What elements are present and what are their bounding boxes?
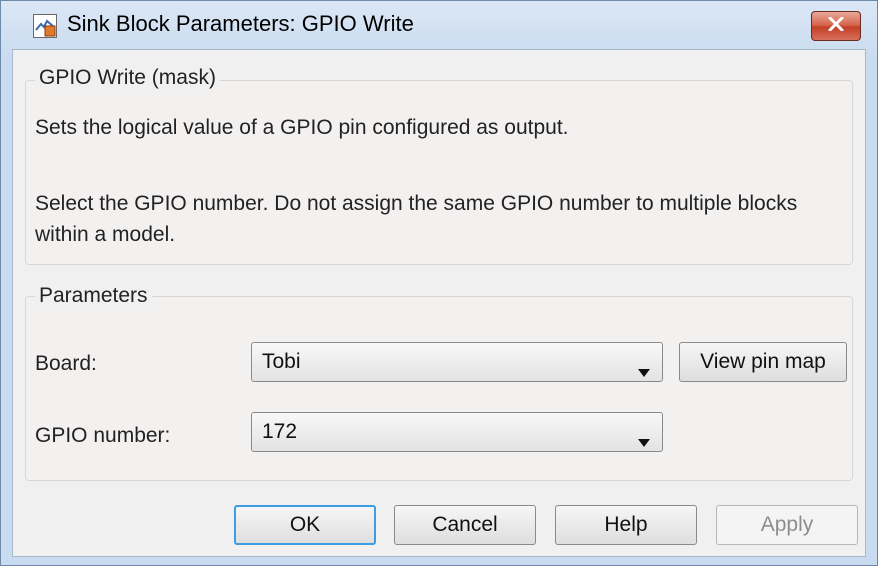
gpio-number-select-value: 172: [262, 420, 298, 443]
window-title: Sink Block Parameters: GPIO Write: [67, 11, 414, 36]
dialog-content: GPIO Write (mask) Sets the logical value…: [12, 49, 866, 557]
gpio-number-select[interactable]: 172: [251, 412, 663, 452]
chevron-down-icon: [638, 429, 650, 453]
mask-group-legend: GPIO Write (mask): [35, 66, 220, 90]
close-icon: [828, 16, 844, 36]
simulink-block-icon: [33, 14, 57, 38]
title-bar: Sink Block Parameters: GPIO Write: [1, 1, 877, 49]
view-pin-map-button[interactable]: View pin map: [679, 342, 847, 382]
gpio-number-label: GPIO number:: [35, 424, 171, 447]
mask-description-1: Sets the logical value of a GPIO pin con…: [35, 116, 569, 139]
mask-description-2: Select the GPIO number. Do not assign th…: [35, 192, 798, 246]
dialog-window: Sink Block Parameters: GPIO Write GPIO W…: [0, 0, 878, 566]
help-button[interactable]: Help: [555, 505, 697, 545]
close-button[interactable]: [811, 11, 861, 41]
parameters-group-legend: Parameters: [35, 284, 152, 308]
board-select[interactable]: Tobi: [251, 342, 663, 382]
ok-button[interactable]: OK: [234, 505, 376, 545]
chevron-down-icon: [638, 359, 650, 383]
parameters-group: [25, 296, 853, 481]
apply-button[interactable]: Apply: [716, 505, 858, 545]
board-label: Board:: [35, 352, 97, 375]
board-select-value: Tobi: [262, 350, 301, 373]
cancel-button[interactable]: Cancel: [394, 505, 536, 545]
